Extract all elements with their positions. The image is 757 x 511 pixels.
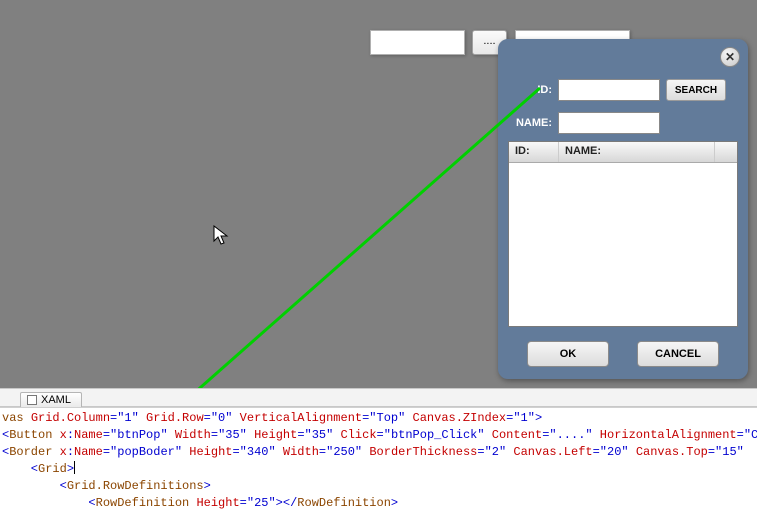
xaml-code-editor[interactable]: vas Grid.Column="1" Grid.Row="0" Vertica… [0, 407, 757, 511]
name-row: NAME: [510, 112, 660, 134]
id-row: ID: SEARCH [510, 79, 726, 101]
popup-buttons: OK CANCEL [500, 341, 746, 367]
cancel-button[interactable]: CANCEL [637, 341, 719, 367]
id-label: ID: [510, 84, 552, 96]
grid-col-name: NAME: [559, 142, 715, 162]
grid-header: ID: NAME: [509, 142, 737, 163]
name-input[interactable] [558, 112, 660, 134]
grid-col-id: ID: [509, 142, 559, 162]
results-grid[interactable]: ID: NAME: [508, 141, 738, 327]
tab-icon [27, 395, 37, 405]
tab-label: XAML [41, 394, 71, 406]
text-caret [74, 461, 75, 474]
id-input[interactable] [558, 79, 660, 101]
popup-panel: ✕ ID: SEARCH NAME: ID: NAME: OK CANCEL [498, 39, 748, 379]
cursor-icon [213, 225, 229, 247]
design-surface: .... ✕ ID: SEARCH NAME: ID: NAME: OK CAN… [0, 0, 757, 388]
tab-xaml[interactable]: XAML [20, 392, 82, 407]
name-label: NAME: [510, 117, 552, 129]
ok-button[interactable]: OK [527, 341, 609, 367]
textbox-1[interactable] [370, 30, 465, 55]
search-button[interactable]: SEARCH [666, 79, 726, 101]
grid-col-spacer [715, 142, 737, 162]
close-icon[interactable]: ✕ [720, 47, 740, 67]
tab-strip: XAML [0, 388, 757, 407]
